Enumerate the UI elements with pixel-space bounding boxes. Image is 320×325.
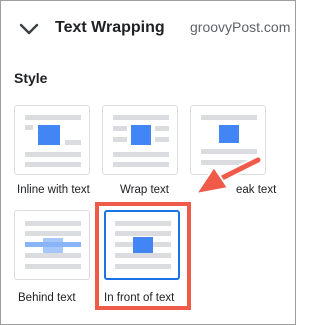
section-title: Text Wrapping bbox=[55, 19, 165, 36]
text-line bbox=[113, 152, 169, 157]
text-line bbox=[201, 115, 257, 120]
wrap-option-label: eak text bbox=[236, 184, 277, 196]
wrap-option-label: Behind text bbox=[18, 292, 76, 304]
text-line bbox=[155, 126, 169, 131]
wrap-option-wrap[interactable] bbox=[102, 105, 178, 175]
wrap-option-inline[interactable] bbox=[14, 105, 90, 175]
text-line bbox=[201, 149, 257, 154]
text-line bbox=[113, 162, 169, 167]
section-header[interactable]: Text Wrapping groovyPost.com bbox=[0, 0, 296, 58]
style-label: Style bbox=[14, 70, 48, 86]
image-icon bbox=[38, 125, 60, 145]
wrap-option-behind[interactable] bbox=[14, 210, 90, 280]
text-line bbox=[25, 162, 81, 167]
image-icon bbox=[219, 125, 239, 143]
highlight-box bbox=[95, 202, 191, 310]
text-line bbox=[155, 137, 169, 142]
text-line bbox=[65, 140, 81, 145]
wrap-option-label: Wrap text bbox=[120, 184, 169, 196]
text-line bbox=[25, 231, 81, 236]
text-line bbox=[25, 221, 81, 226]
text-line bbox=[113, 115, 169, 120]
wrap-option-break[interactable] bbox=[190, 105, 266, 175]
text-line bbox=[25, 125, 33, 130]
text-line bbox=[25, 253, 81, 258]
text-line bbox=[113, 137, 127, 142]
text-line bbox=[25, 115, 81, 120]
wrap-option-label: Inline with text bbox=[17, 184, 90, 196]
text-line bbox=[25, 264, 81, 269]
watermark: groovyPost.com bbox=[190, 19, 291, 35]
image-icon bbox=[131, 125, 151, 145]
text-line bbox=[25, 152, 81, 157]
text-line bbox=[201, 160, 257, 165]
text-line bbox=[25, 242, 81, 247]
text-line bbox=[113, 126, 127, 131]
chevron-down-icon[interactable] bbox=[18, 20, 40, 38]
